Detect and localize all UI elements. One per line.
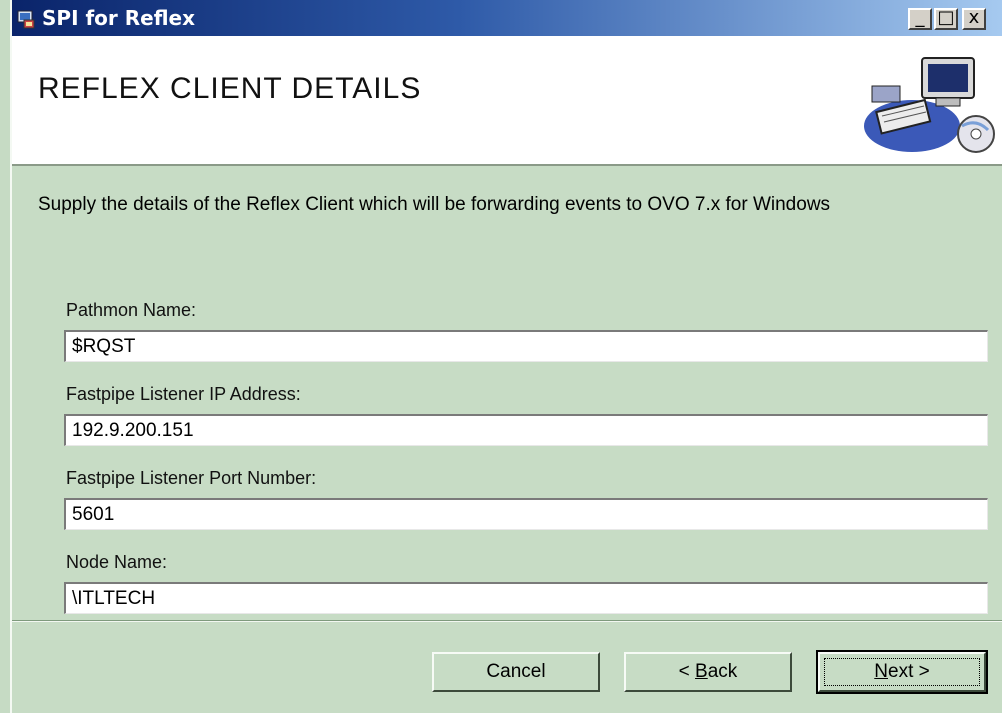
close-icon: x bbox=[968, 7, 980, 28]
back-button[interactable]: < Back bbox=[624, 652, 792, 692]
cancel-button[interactable]: Cancel bbox=[432, 652, 600, 692]
ip-address-label: Fastpipe Listener IP Address: bbox=[66, 384, 301, 404]
focus-rectangle bbox=[824, 658, 980, 686]
minimize-button[interactable]: _ bbox=[908, 8, 932, 30]
description-text: Supply the details of the Reflex Client … bbox=[38, 194, 831, 215]
minimize-icon: _ bbox=[915, 7, 925, 28]
maximize-button[interactable]: □ bbox=[934, 8, 958, 30]
next-button[interactable]: Next > bbox=[816, 650, 988, 694]
computer-with-cd-icon bbox=[864, 57, 995, 153]
title-bar[interactable]: SPI for Reflex _ □ x bbox=[12, 0, 1002, 36]
button-separator bbox=[12, 620, 1002, 622]
node-name-label: Node Name: bbox=[66, 552, 168, 572]
node-name-input[interactable] bbox=[64, 582, 988, 614]
page-title: REFLEX CLIENT DETAILS bbox=[38, 72, 422, 105]
installer-app-icon bbox=[17, 10, 35, 29]
back-button-prefix: < bbox=[678, 661, 696, 682]
dialog-header: REFLEX CLIENT DETAILS bbox=[12, 36, 1002, 166]
pathmon-name-input[interactable] bbox=[64, 330, 988, 362]
pathmon-name-label: Pathmon Name: bbox=[66, 300, 197, 320]
maximize-icon: □ bbox=[937, 7, 955, 28]
ip-address-input[interactable] bbox=[64, 414, 988, 446]
close-button[interactable]: x bbox=[962, 8, 986, 30]
window-title: SPI for Reflex bbox=[42, 6, 195, 30]
port-number-label: Fastpipe Listener Port Number: bbox=[66, 468, 317, 488]
back-button-label-rest: ack bbox=[707, 661, 738, 682]
port-number-input[interactable] bbox=[64, 498, 988, 530]
cancel-button-label: Cancel bbox=[486, 661, 546, 682]
installer-window: SPI for Reflex _ □ x REFLEX CLIENT DETAI… bbox=[10, 0, 1002, 713]
back-button-mnemonic: B bbox=[695, 661, 708, 682]
